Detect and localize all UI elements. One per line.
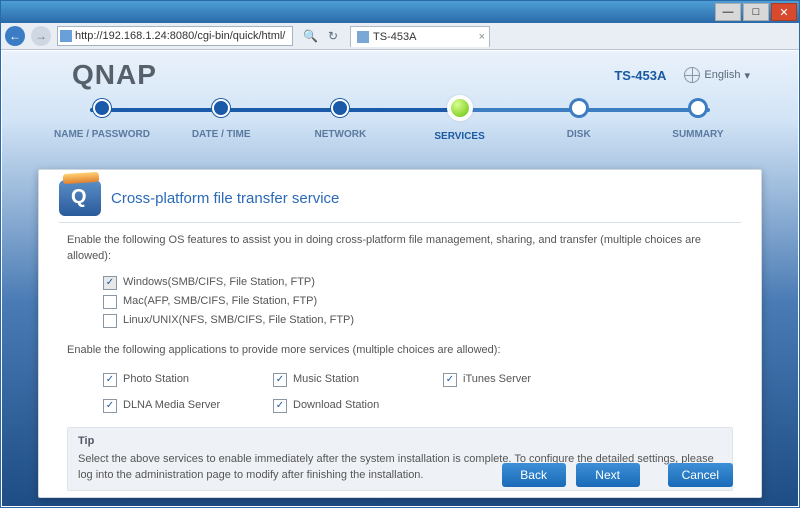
app-option-row: ✓ iTunes Server bbox=[443, 372, 613, 388]
app-option-row: ✓ DLNA Media Server bbox=[103, 398, 273, 414]
step-label: NETWORK bbox=[315, 129, 367, 140]
checkbox[interactable] bbox=[103, 314, 117, 328]
step-summary[interactable]: SUMMARY bbox=[658, 99, 738, 142]
next-button[interactable]: Next bbox=[576, 463, 640, 487]
wizard-stepper: NAME / PASSWORD DATE / TIME NETWORK SERVICE… bbox=[62, 99, 738, 145]
tip-title: Tip bbox=[78, 434, 722, 450]
site-favicon-icon bbox=[60, 30, 72, 42]
page-header: QNAP TS-453A English ▾ bbox=[2, 51, 798, 95]
search-icon[interactable]: 🔍 bbox=[303, 29, 318, 43]
checkbox: ✓ bbox=[103, 276, 117, 290]
browser-window: — □ ✕ ← → http://192.168.1.24:8080/cgi-b… bbox=[0, 0, 800, 508]
back-button[interactable]: Back bbox=[502, 463, 566, 487]
os-options-group: ✓ Windows(SMB/CIFS, File Station, FTP) Mac… bbox=[103, 275, 733, 329]
apps-options-group: ✓ Photo Station ✓ Music Station ✓ iTunes Serv… bbox=[103, 369, 733, 417]
checkbox[interactable]: ✓ bbox=[103, 373, 117, 387]
checkbox[interactable]: ✓ bbox=[273, 373, 287, 387]
step-label: DISK bbox=[567, 129, 591, 140]
panel-body: Enable the following OS features to assi… bbox=[59, 223, 741, 491]
window-minimize-button[interactable]: — bbox=[715, 3, 741, 21]
apps-intro-text: Enable the following applications to pro… bbox=[67, 343, 733, 359]
tab-close-icon[interactable]: × bbox=[479, 31, 485, 43]
panel-title: Cross-platform file transfer service bbox=[111, 190, 339, 207]
step-dot bbox=[689, 99, 707, 117]
panel-header: Cross-platform file transfer service bbox=[59, 180, 741, 223]
step-name-password[interactable]: NAME / PASSWORD bbox=[62, 99, 142, 142]
step-dot bbox=[331, 99, 349, 117]
app-option-row: ✓ Music Station bbox=[273, 372, 443, 388]
globe-icon bbox=[684, 67, 700, 83]
checkbox-label: Photo Station bbox=[123, 372, 189, 388]
checkbox[interactable] bbox=[103, 295, 117, 309]
checkbox-label: DLNA Media Server bbox=[123, 398, 220, 414]
step-label: DATE / TIME bbox=[192, 129, 251, 140]
checkbox-label: Music Station bbox=[293, 372, 359, 388]
checkbox[interactable]: ✓ bbox=[443, 373, 457, 387]
step-date-time[interactable]: DATE / TIME bbox=[181, 99, 261, 142]
window-titlebar: — □ ✕ bbox=[1, 1, 799, 23]
model-label: TS-453A bbox=[614, 68, 666, 83]
chevron-down-icon: ▾ bbox=[744, 69, 750, 82]
step-services[interactable]: SERVICES bbox=[420, 99, 500, 142]
step-dot bbox=[449, 97, 471, 119]
app-option-row: ✓ Photo Station bbox=[103, 372, 273, 388]
language-selector[interactable]: English ▾ bbox=[684, 67, 750, 83]
browser-tab[interactable]: TS-453A × bbox=[350, 26, 490, 47]
window-close-button[interactable]: ✕ bbox=[771, 3, 797, 21]
step-label: SUMMARY bbox=[672, 129, 723, 140]
tab-strip: TS-453A × bbox=[350, 26, 490, 47]
checkbox-label: Download Station bbox=[293, 398, 379, 414]
step-dot bbox=[570, 99, 588, 117]
step-dot bbox=[93, 99, 111, 117]
wizard-panel: Cross-platform file transfer service Ena… bbox=[38, 169, 762, 498]
button-bar: Back Next Cancel bbox=[502, 463, 733, 487]
brand-logo: QNAP bbox=[72, 59, 157, 91]
refresh-icon[interactable]: ↻ bbox=[328, 29, 338, 43]
step-disk[interactable]: DISK bbox=[539, 99, 619, 142]
step-network[interactable]: NETWORK bbox=[300, 99, 380, 142]
step-label: SERVICES bbox=[434, 131, 484, 142]
os-option-row: Mac(AFP, SMB/CIFS, File Station, FTP) bbox=[103, 294, 733, 310]
checkbox-label: Mac(AFP, SMB/CIFS, File Station, FTP) bbox=[123, 294, 317, 310]
nav-back-button[interactable]: ← bbox=[5, 26, 25, 46]
tab-title: TS-453A bbox=[373, 31, 416, 43]
panel-header-icon bbox=[59, 180, 101, 216]
app-option-row: ✓ Download Station bbox=[273, 398, 443, 414]
checkbox-label: Windows(SMB/CIFS, File Station, FTP) bbox=[123, 275, 315, 291]
page-content: QNAP TS-453A English ▾ NAME / PASSWORD DA… bbox=[2, 51, 798, 506]
cancel-button[interactable]: Cancel bbox=[668, 463, 733, 487]
window-maximize-button[interactable]: □ bbox=[743, 3, 769, 21]
address-bar[interactable]: http://192.168.1.24:8080/cgi-bin/quick/h… bbox=[57, 26, 293, 46]
checkbox[interactable]: ✓ bbox=[103, 399, 117, 413]
os-option-row: ✓ Windows(SMB/CIFS, File Station, FTP) bbox=[103, 275, 733, 291]
os-intro-text: Enable the following OS features to assi… bbox=[67, 233, 733, 265]
address-bar-text: http://192.168.1.24:8080/cgi-bin/quick/h… bbox=[75, 30, 285, 42]
checkbox-label: iTunes Server bbox=[463, 372, 531, 388]
nav-forward-button[interactable]: → bbox=[31, 26, 51, 46]
checkbox-label: Linux/UNIX(NFS, SMB/CIFS, File Station, … bbox=[123, 313, 354, 329]
checkbox[interactable]: ✓ bbox=[273, 399, 287, 413]
step-dot bbox=[212, 99, 230, 117]
step-label: NAME / PASSWORD bbox=[54, 129, 150, 140]
os-option-row: Linux/UNIX(NFS, SMB/CIFS, File Station, … bbox=[103, 313, 733, 329]
tab-favicon-icon bbox=[357, 31, 369, 43]
language-label: English bbox=[704, 69, 740, 81]
browser-toolbar: ← → http://192.168.1.24:8080/cgi-bin/qui… bbox=[1, 23, 799, 50]
